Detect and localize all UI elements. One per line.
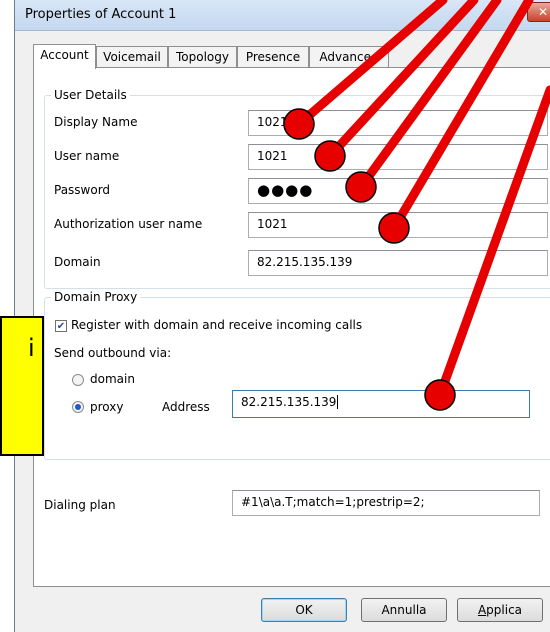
send-outbound-label: Send outbound via: — [54, 346, 172, 360]
proxy-radio-label: proxy — [90, 400, 124, 414]
tab-account[interactable]: Account — [33, 44, 96, 69]
authorization-user-name-label: Authorization user name — [54, 217, 203, 231]
tab-topology[interactable]: Topology — [168, 46, 237, 67]
cancel-button[interactable]: Annulla — [361, 598, 447, 622]
user-details-legend: User Details — [51, 88, 130, 102]
password-label: Password — [54, 183, 111, 197]
register-checkbox[interactable]: ✔ — [55, 320, 67, 332]
domain-field[interactable]: 82.215.135.139 — [248, 250, 548, 276]
account-tab-panel: User Details Display Name 1021 User name… — [33, 67, 550, 587]
dialing-plan-field[interactable]: #1\a\a.T;match=1;prestrip=2; — [232, 490, 540, 516]
proxy-radio[interactable] — [72, 401, 84, 413]
domain-label: Domain — [54, 255, 101, 269]
domain-radio-label: domain — [90, 372, 135, 386]
tab-voicemail[interactable]: Voicemail — [96, 46, 168, 67]
register-checkbox-label: Register with domain and receive incomin… — [71, 318, 363, 332]
address-field[interactable]: 82.215.135.139 — [232, 390, 530, 418]
apply-button[interactable]: Applica — [457, 598, 543, 622]
address-value: 82.215.135.139 — [241, 395, 337, 409]
domain-proxy-legend: Domain Proxy — [51, 290, 141, 304]
dialing-plan-label: Dialing plan — [44, 498, 116, 512]
user-name-field[interactable]: 1021 — [248, 144, 548, 170]
annotation-callout-box: i — [0, 316, 44, 456]
annotation-text: i — [28, 334, 35, 362]
close-button[interactable]: ✕ — [527, 2, 550, 22]
title-bar[interactable]: Properties of Account 1 ✕ — [15, 0, 550, 31]
user-name-label: User name — [54, 149, 120, 163]
tab-advanced[interactable]: Advanced — [309, 46, 389, 67]
display-name-label: Display Name — [54, 115, 138, 129]
authorization-user-name-field[interactable]: 1021 — [248, 212, 548, 238]
address-label: Address — [162, 400, 210, 414]
window-title: Properties of Account 1 — [25, 7, 177, 22]
display-name-field[interactable]: 1021 — [248, 110, 548, 136]
properties-dialog: Properties of Account 1 ✕ Account Voicem… — [14, 0, 550, 632]
text-cursor — [337, 395, 339, 409]
ok-button[interactable]: OK — [261, 598, 347, 622]
domain-radio[interactable] — [72, 374, 84, 386]
password-field[interactable]: ●●●● — [248, 178, 548, 204]
tab-presence[interactable]: Presence — [237, 46, 309, 67]
close-icon: ✕ — [537, 5, 549, 19]
